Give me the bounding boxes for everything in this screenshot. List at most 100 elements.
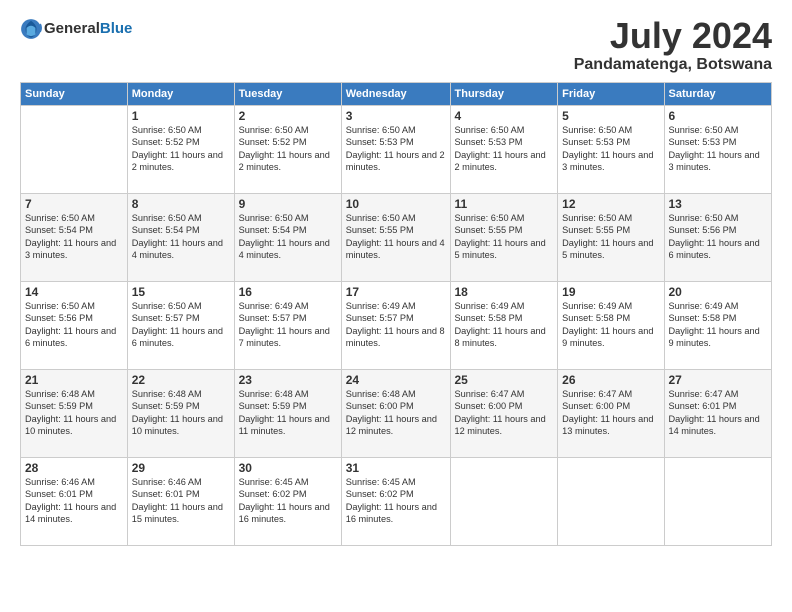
calendar-cell: 3Sunrise: 6:50 AMSunset: 5:53 PMDaylight… — [341, 106, 450, 194]
day-info: Sunrise: 6:50 AMSunset: 5:55 PMDaylight:… — [455, 212, 554, 262]
calendar-cell: 13Sunrise: 6:50 AMSunset: 5:56 PMDayligh… — [664, 194, 772, 282]
calendar-cell: 30Sunrise: 6:45 AMSunset: 6:02 PMDayligh… — [234, 458, 341, 546]
calendar-week-row: 28Sunrise: 6:46 AMSunset: 6:01 PMDayligh… — [21, 458, 772, 546]
logo: GeneralBlue — [20, 18, 132, 40]
calendar-cell: 22Sunrise: 6:48 AMSunset: 5:59 PMDayligh… — [127, 370, 234, 458]
day-info: Sunrise: 6:50 AMSunset: 5:52 PMDaylight:… — [132, 124, 230, 174]
weekday-header-wednesday: Wednesday — [341, 83, 450, 106]
day-number: 9 — [239, 197, 337, 211]
calendar-cell: 9Sunrise: 6:50 AMSunset: 5:54 PMDaylight… — [234, 194, 341, 282]
day-info: Sunrise: 6:50 AMSunset: 5:54 PMDaylight:… — [25, 212, 123, 262]
calendar-week-row: 14Sunrise: 6:50 AMSunset: 5:56 PMDayligh… — [21, 282, 772, 370]
calendar-cell: 4Sunrise: 6:50 AMSunset: 5:53 PMDaylight… — [450, 106, 558, 194]
day-number: 7 — [25, 197, 123, 211]
logo-blue-text: Blue — [100, 20, 133, 37]
logo-general-text: General — [44, 20, 100, 37]
day-number: 17 — [346, 285, 446, 299]
day-number: 8 — [132, 197, 230, 211]
day-number: 10 — [346, 197, 446, 211]
calendar-cell: 24Sunrise: 6:48 AMSunset: 6:00 PMDayligh… — [341, 370, 450, 458]
day-info: Sunrise: 6:50 AMSunset: 5:55 PMDaylight:… — [346, 212, 446, 262]
calendar-cell: 5Sunrise: 6:50 AMSunset: 5:53 PMDaylight… — [558, 106, 664, 194]
calendar-cell: 11Sunrise: 6:50 AMSunset: 5:55 PMDayligh… — [450, 194, 558, 282]
day-number: 6 — [669, 109, 768, 123]
day-number: 31 — [346, 461, 446, 475]
day-number: 12 — [562, 197, 659, 211]
day-info: Sunrise: 6:48 AMSunset: 5:59 PMDaylight:… — [25, 388, 123, 438]
day-info: Sunrise: 6:50 AMSunset: 5:57 PMDaylight:… — [132, 300, 230, 350]
day-number: 5 — [562, 109, 659, 123]
calendar-week-row: 7Sunrise: 6:50 AMSunset: 5:54 PMDaylight… — [21, 194, 772, 282]
day-info: Sunrise: 6:50 AMSunset: 5:53 PMDaylight:… — [562, 124, 659, 174]
day-info: Sunrise: 6:50 AMSunset: 5:54 PMDaylight:… — [132, 212, 230, 262]
day-info: Sunrise: 6:49 AMSunset: 5:57 PMDaylight:… — [346, 300, 446, 350]
day-info: Sunrise: 6:45 AMSunset: 6:02 PMDaylight:… — [346, 476, 446, 526]
calendar-week-row: 21Sunrise: 6:48 AMSunset: 5:59 PMDayligh… — [21, 370, 772, 458]
calendar-cell: 16Sunrise: 6:49 AMSunset: 5:57 PMDayligh… — [234, 282, 341, 370]
day-number: 20 — [669, 285, 768, 299]
calendar-cell — [21, 106, 128, 194]
weekday-header-monday: Monday — [127, 83, 234, 106]
day-number: 4 — [455, 109, 554, 123]
calendar-cell: 18Sunrise: 6:49 AMSunset: 5:58 PMDayligh… — [450, 282, 558, 370]
day-number: 28 — [25, 461, 123, 475]
day-info: Sunrise: 6:45 AMSunset: 6:02 PMDaylight:… — [239, 476, 337, 526]
day-info: Sunrise: 6:50 AMSunset: 5:52 PMDaylight:… — [239, 124, 337, 174]
calendar-cell: 12Sunrise: 6:50 AMSunset: 5:55 PMDayligh… — [558, 194, 664, 282]
day-number: 16 — [239, 285, 337, 299]
location-title: Pandamatenga, Botswana — [574, 56, 772, 74]
day-number: 22 — [132, 373, 230, 387]
calendar-cell: 26Sunrise: 6:47 AMSunset: 6:00 PMDayligh… — [558, 370, 664, 458]
calendar-cell — [558, 458, 664, 546]
day-info: Sunrise: 6:48 AMSunset: 5:59 PMDaylight:… — [239, 388, 337, 438]
day-number: 13 — [669, 197, 768, 211]
calendar-cell: 19Sunrise: 6:49 AMSunset: 5:58 PMDayligh… — [558, 282, 664, 370]
day-info: Sunrise: 6:50 AMSunset: 5:54 PMDaylight:… — [239, 212, 337, 262]
weekday-header-sunday: Sunday — [21, 83, 128, 106]
header: GeneralBlue July 2024 Pandamatenga, Bots… — [20, 18, 772, 74]
day-number: 24 — [346, 373, 446, 387]
calendar-cell: 7Sunrise: 6:50 AMSunset: 5:54 PMDaylight… — [21, 194, 128, 282]
day-number: 14 — [25, 285, 123, 299]
calendar-cell: 25Sunrise: 6:47 AMSunset: 6:00 PMDayligh… — [450, 370, 558, 458]
day-info: Sunrise: 6:50 AMSunset: 5:53 PMDaylight:… — [669, 124, 768, 174]
calendar-cell: 10Sunrise: 6:50 AMSunset: 5:55 PMDayligh… — [341, 194, 450, 282]
day-info: Sunrise: 6:48 AMSunset: 6:00 PMDaylight:… — [346, 388, 446, 438]
day-number: 11 — [455, 197, 554, 211]
calendar-cell: 14Sunrise: 6:50 AMSunset: 5:56 PMDayligh… — [21, 282, 128, 370]
calendar-cell: 1Sunrise: 6:50 AMSunset: 5:52 PMDaylight… — [127, 106, 234, 194]
calendar-cell: 15Sunrise: 6:50 AMSunset: 5:57 PMDayligh… — [127, 282, 234, 370]
calendar-cell: 20Sunrise: 6:49 AMSunset: 5:58 PMDayligh… — [664, 282, 772, 370]
day-info: Sunrise: 6:46 AMSunset: 6:01 PMDaylight:… — [25, 476, 123, 526]
day-info: Sunrise: 6:50 AMSunset: 5:55 PMDaylight:… — [562, 212, 659, 262]
calendar-cell: 29Sunrise: 6:46 AMSunset: 6:01 PMDayligh… — [127, 458, 234, 546]
calendar-week-row: 1Sunrise: 6:50 AMSunset: 5:52 PMDaylight… — [21, 106, 772, 194]
day-info: Sunrise: 6:49 AMSunset: 5:57 PMDaylight:… — [239, 300, 337, 350]
day-number: 21 — [25, 373, 123, 387]
day-info: Sunrise: 6:50 AMSunset: 5:56 PMDaylight:… — [669, 212, 768, 262]
day-info: Sunrise: 6:49 AMSunset: 5:58 PMDaylight:… — [669, 300, 768, 350]
weekday-header-thursday: Thursday — [450, 83, 558, 106]
calendar-cell: 27Sunrise: 6:47 AMSunset: 6:01 PMDayligh… — [664, 370, 772, 458]
calendar-cell: 23Sunrise: 6:48 AMSunset: 5:59 PMDayligh… — [234, 370, 341, 458]
day-number: 25 — [455, 373, 554, 387]
day-info: Sunrise: 6:49 AMSunset: 5:58 PMDaylight:… — [455, 300, 554, 350]
day-info: Sunrise: 6:50 AMSunset: 5:53 PMDaylight:… — [346, 124, 446, 174]
day-info: Sunrise: 6:49 AMSunset: 5:58 PMDaylight:… — [562, 300, 659, 350]
calendar-cell: 8Sunrise: 6:50 AMSunset: 5:54 PMDaylight… — [127, 194, 234, 282]
day-number: 15 — [132, 285, 230, 299]
calendar-cell: 17Sunrise: 6:49 AMSunset: 5:57 PMDayligh… — [341, 282, 450, 370]
calendar-cell — [450, 458, 558, 546]
day-number: 29 — [132, 461, 230, 475]
weekday-header-friday: Friday — [558, 83, 664, 106]
day-info: Sunrise: 6:46 AMSunset: 6:01 PMDaylight:… — [132, 476, 230, 526]
calendar-cell: 21Sunrise: 6:48 AMSunset: 5:59 PMDayligh… — [21, 370, 128, 458]
title-block: July 2024 Pandamatenga, Botswana — [574, 18, 772, 74]
day-info: Sunrise: 6:47 AMSunset: 6:00 PMDaylight:… — [455, 388, 554, 438]
day-number: 30 — [239, 461, 337, 475]
calendar-cell — [664, 458, 772, 546]
day-number: 23 — [239, 373, 337, 387]
calendar-cell: 28Sunrise: 6:46 AMSunset: 6:01 PMDayligh… — [21, 458, 128, 546]
day-info: Sunrise: 6:50 AMSunset: 5:53 PMDaylight:… — [455, 124, 554, 174]
day-info: Sunrise: 6:48 AMSunset: 5:59 PMDaylight:… — [132, 388, 230, 438]
